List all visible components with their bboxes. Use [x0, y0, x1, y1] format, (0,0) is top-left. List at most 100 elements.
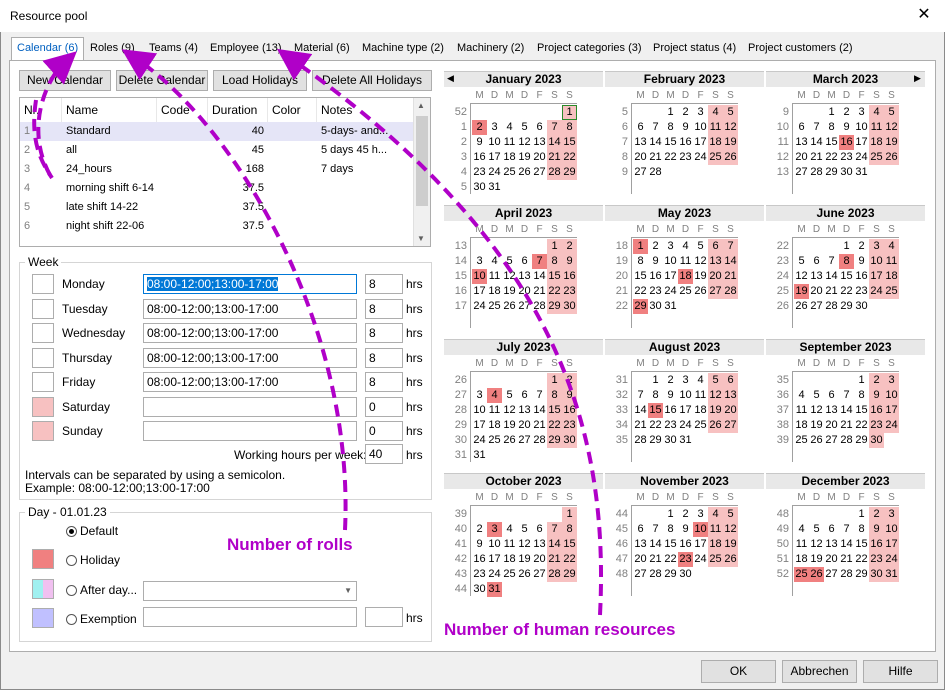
column-header-name[interactable]: Name: [62, 98, 157, 122]
calendar-day[interactable]: 23: [663, 418, 678, 433]
calendar-day[interactable]: 7: [809, 120, 824, 135]
calendar-day[interactable]: 28: [633, 433, 648, 448]
calendar-day[interactable]: 24: [869, 284, 884, 299]
calendar-day[interactable]: 19: [723, 537, 738, 552]
calendar-day[interactable]: 25: [794, 567, 809, 582]
day-hours-input[interactable]: 8: [365, 298, 403, 319]
calendar-day[interactable]: 16: [869, 403, 884, 418]
calendar-day[interactable]: 29: [547, 433, 562, 448]
calendar-day[interactable]: 18: [794, 418, 809, 433]
calendar-day[interactable]: 4: [487, 254, 502, 269]
next-month-icon[interactable]: ▶: [914, 73, 921, 84]
calendar-day[interactable]: 5: [794, 254, 809, 269]
calendar-day[interactable]: 27: [723, 418, 738, 433]
calendar-day[interactable]: 3: [663, 239, 678, 254]
calendar-day[interactable]: 21: [723, 269, 738, 284]
calendar-day[interactable]: 31: [487, 582, 502, 597]
day-hours-input[interactable]: 8: [365, 323, 403, 343]
calendar-day[interactable]: 30: [869, 567, 884, 582]
calendar-day[interactable]: 8: [562, 522, 577, 537]
calendar-day[interactable]: 11: [794, 403, 809, 418]
calendar-day[interactable]: 19: [723, 135, 738, 150]
calendar-day[interactable]: 23: [562, 418, 577, 433]
calendar-day[interactable]: 12: [693, 254, 708, 269]
column-header-duration[interactable]: Duration: [208, 98, 268, 122]
calendar-day[interactable]: 12: [809, 537, 824, 552]
calendar-day[interactable]: 1: [547, 239, 562, 254]
calendar-day[interactable]: 13: [517, 269, 532, 284]
calendar-day[interactable]: 16: [854, 269, 869, 284]
calendar-day[interactable]: 13: [708, 254, 723, 269]
calendar-day[interactable]: 9: [472, 135, 487, 150]
calendar-day[interactable]: 14: [532, 403, 547, 418]
calendar-day[interactable]: 25: [708, 150, 723, 165]
calendar-day[interactable]: 2: [839, 105, 854, 120]
calendar-day[interactable]: 15: [854, 403, 869, 418]
calendar-day[interactable]: 14: [547, 537, 562, 552]
calendar-day[interactable]: 9: [869, 388, 884, 403]
calendar-day[interactable]: 18: [869, 135, 884, 150]
grid-scrollbar[interactable]: ▲ ▼: [413, 98, 430, 246]
calendar-day[interactable]: 25: [502, 567, 517, 582]
calendar-day[interactable]: 1: [648, 373, 663, 388]
calendar-day[interactable]: 12: [723, 120, 738, 135]
calendar-day[interactable]: 26: [723, 552, 738, 567]
exemption-color-swatch[interactable]: [32, 608, 54, 628]
calendar-day[interactable]: 2: [562, 239, 577, 254]
calendar-day[interactable]: 2: [854, 239, 869, 254]
calendar-day[interactable]: 15: [663, 537, 678, 552]
calendar-day[interactable]: 5: [708, 373, 723, 388]
calendar-day[interactable]: 24: [693, 150, 708, 165]
calendar-day[interactable]: 26: [884, 150, 899, 165]
calendar-day[interactable]: 9: [562, 388, 577, 403]
calendar-day[interactable]: 18: [693, 403, 708, 418]
calendar-day[interactable]: 4: [869, 105, 884, 120]
calendar-day[interactable]: 27: [532, 567, 547, 582]
calendar-day[interactable]: 27: [794, 165, 809, 180]
tab-3[interactable]: Employee (13): [206, 40, 286, 58]
calendar-day[interactable]: 3: [678, 373, 693, 388]
tab-8[interactable]: Project status (4): [649, 40, 740, 58]
calendar-day[interactable]: 24: [487, 165, 502, 180]
calendar-day[interactable]: 14: [547, 135, 562, 150]
calendar-day[interactable]: 12: [517, 135, 532, 150]
calendar-day[interactable]: 10: [854, 120, 869, 135]
calendar-day[interactable]: 7: [547, 120, 562, 135]
calendar-day[interactable]: 24: [472, 299, 487, 314]
prev-month-icon[interactable]: ◀: [447, 73, 454, 84]
calendar-day[interactable]: 7: [532, 388, 547, 403]
calendar-day[interactable]: 20: [517, 284, 532, 299]
calendar-day[interactable]: 29: [854, 567, 869, 582]
calendar-day[interactable]: 4: [487, 388, 502, 403]
calendar-day[interactable]: 27: [824, 433, 839, 448]
calendar-day[interactable]: 19: [502, 284, 517, 299]
calendar-day[interactable]: 13: [532, 537, 547, 552]
calendar-day[interactable]: 20: [824, 552, 839, 567]
calendar-day[interactable]: 11: [708, 522, 723, 537]
tab-1[interactable]: Roles (9): [86, 40, 139, 58]
calendar-day[interactable]: 1: [663, 105, 678, 120]
calendar-day[interactable]: 15: [648, 403, 663, 418]
calendar-day[interactable]: 19: [517, 552, 532, 567]
calendar-day[interactable]: 3: [472, 388, 487, 403]
calendar-day[interactable]: 28: [547, 567, 562, 582]
calendar-day[interactable]: 18: [487, 418, 502, 433]
tab-9[interactable]: Project customers (2): [744, 40, 857, 58]
calendar-day[interactable]: 31: [487, 180, 502, 195]
calendar-day[interactable]: 26: [794, 299, 809, 314]
calendar-day[interactable]: 1: [633, 239, 648, 254]
calendar-day[interactable]: 8: [663, 522, 678, 537]
calendar-day[interactable]: 10: [472, 269, 487, 284]
calendar-day[interactable]: 17: [854, 135, 869, 150]
calendar-day[interactable]: 16: [472, 552, 487, 567]
after-day-dropdown[interactable]: ▼: [143, 581, 357, 601]
calendar-day[interactable]: 20: [809, 284, 824, 299]
calendar-day[interactable]: 11: [884, 254, 899, 269]
calendar-day[interactable]: 25: [869, 150, 884, 165]
delete-all-holidays-button[interactable]: Delete All Holidays: [312, 70, 432, 91]
calendar-day[interactable]: 17: [472, 284, 487, 299]
calendar-day[interactable]: 7: [547, 522, 562, 537]
calendar-day[interactable]: 20: [824, 418, 839, 433]
day-intervals-input[interactable]: [143, 421, 357, 441]
calendar-day[interactable]: 5: [723, 105, 738, 120]
